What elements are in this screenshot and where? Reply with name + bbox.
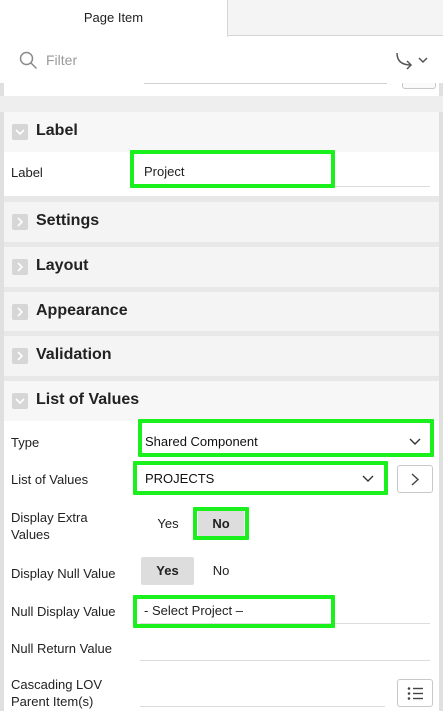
- chevron-down-icon: [15, 398, 25, 405]
- tab-page-item[interactable]: Page Item: [0, 0, 228, 37]
- section-title: Settings: [36, 212, 100, 229]
- highlight-box: [133, 595, 335, 628]
- section-list-of-values-header[interactable]: List of Values: [4, 381, 439, 421]
- goto-arrow-icon[interactable]: [393, 49, 433, 71]
- cascading-lov-parent-label: Cascading LOV Parent Item(s): [11, 677, 103, 709]
- section-title: Layout: [36, 257, 89, 274]
- highlight-box: [133, 461, 388, 495]
- tab-bar: Page Item: [0, 0, 443, 37]
- filter-input[interactable]: [46, 49, 346, 71]
- section-title: Label: [36, 122, 78, 139]
- section-gap: [0, 96, 443, 112]
- filter-bar: [0, 37, 443, 83]
- list-icon: [407, 687, 423, 700]
- chevron-right-icon: [17, 307, 24, 317]
- type-label: Type: [11, 435, 40, 450]
- chevron-down-icon: [15, 129, 25, 136]
- section-title: Appearance: [36, 302, 128, 319]
- right-rail: [439, 112, 443, 711]
- list-of-values-label: List of Values: [11, 472, 89, 487]
- section-label-header[interactable]: Label: [4, 112, 439, 152]
- highlight-box: [193, 507, 249, 540]
- expand-toggle[interactable]: [12, 304, 28, 320]
- display-extra-values-label: Display Extra Values: [11, 510, 88, 542]
- go-to-list-of-values-button[interactable]: [397, 465, 433, 493]
- label-field-label: Label: [11, 165, 43, 180]
- display-extra-values-yes[interactable]: Yes: [146, 510, 190, 538]
- highlight-box: [130, 150, 335, 188]
- section-validation-header[interactable]: Validation: [4, 336, 439, 376]
- chevron-right-icon: [17, 351, 24, 361]
- collapse-toggle[interactable]: [12, 124, 28, 140]
- section-appearance-header[interactable]: Appearance: [4, 292, 439, 332]
- expand-toggle[interactable]: [12, 259, 28, 275]
- display-null-value-label: Display Null Value: [11, 566, 116, 581]
- section-title: Validation: [36, 346, 112, 363]
- null-display-value-label: Null Display Value: [11, 604, 116, 619]
- expand-toggle[interactable]: [12, 348, 28, 364]
- highlight-box: [138, 419, 434, 457]
- null-return-value-underline: [140, 660, 430, 661]
- chevron-right-icon: [411, 473, 420, 486]
- null-return-value-label: Null Return Value: [11, 641, 112, 656]
- chevron-right-icon: [17, 262, 24, 272]
- display-null-value-no[interactable]: No: [198, 557, 244, 585]
- expand-toggle[interactable]: [12, 214, 28, 230]
- section-layout-header[interactable]: Layout: [4, 247, 439, 287]
- cascading-lov-parent-underline: [140, 706, 385, 707]
- chevron-right-icon: [17, 217, 24, 227]
- search-icon: [19, 51, 37, 69]
- select-parent-items-button[interactable]: [397, 679, 433, 707]
- section-title: List of Values: [36, 391, 140, 408]
- collapse-toggle[interactable]: [12, 393, 28, 409]
- display-null-value-yes[interactable]: Yes: [141, 557, 194, 585]
- section-settings-header[interactable]: Settings: [4, 202, 439, 242]
